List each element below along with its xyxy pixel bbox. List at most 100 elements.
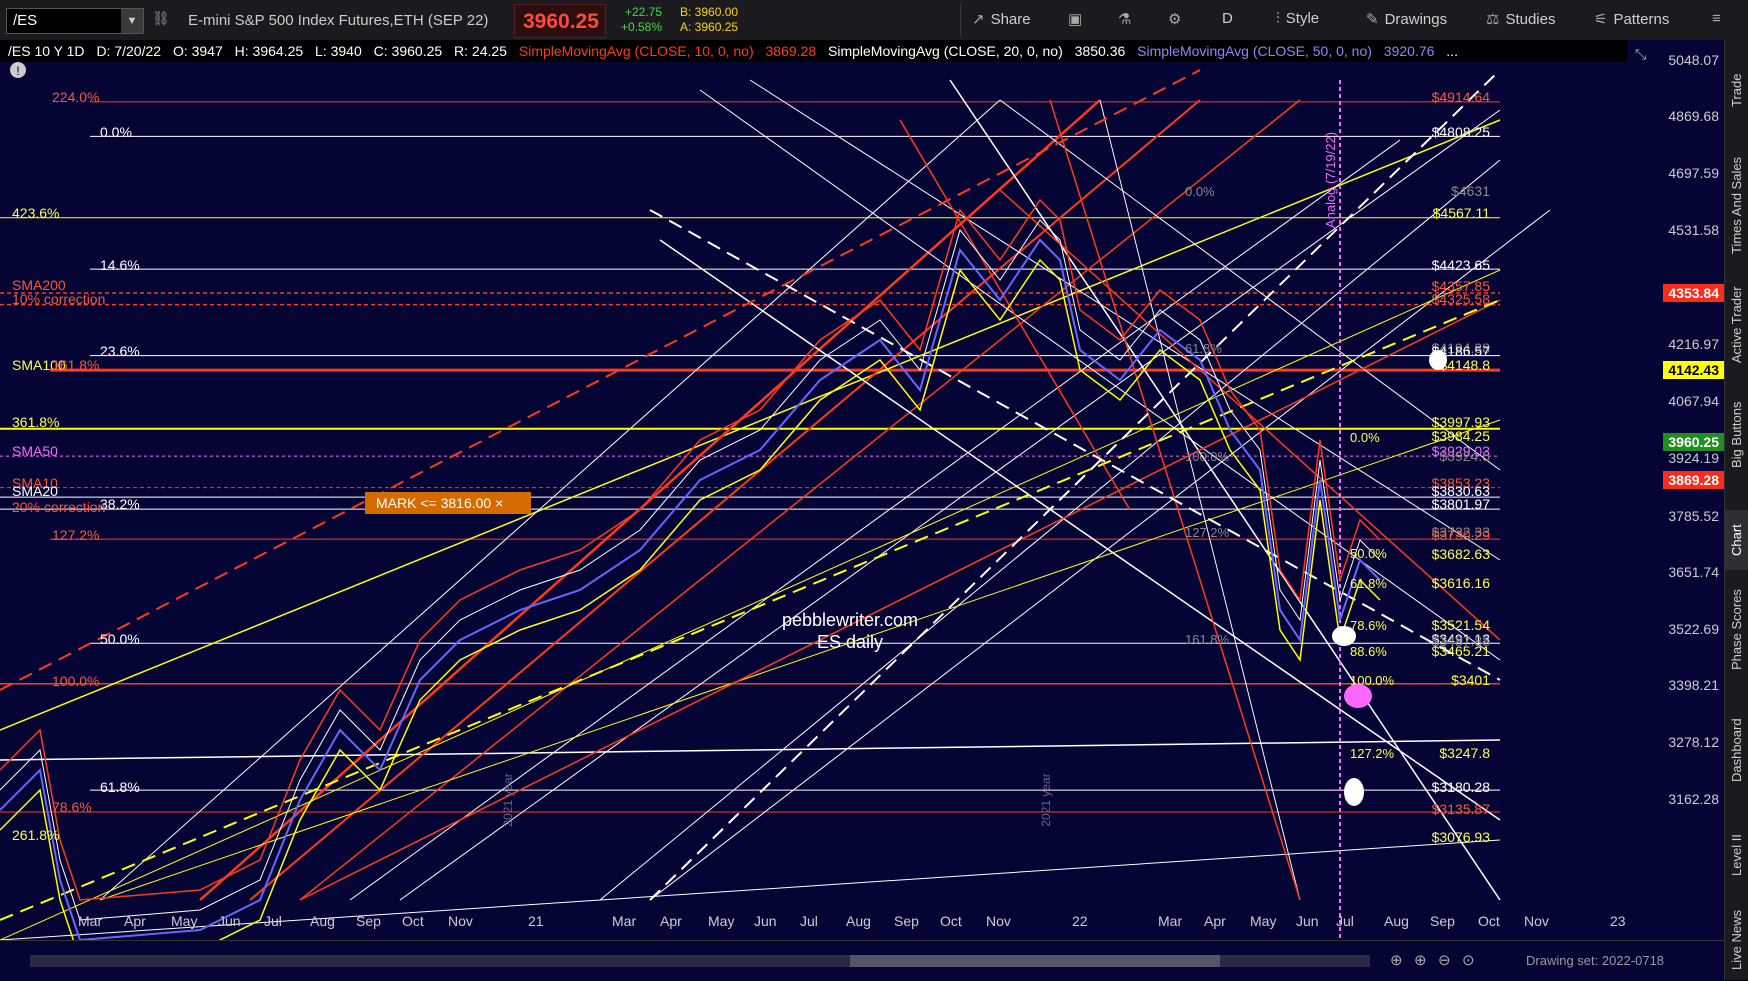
scroll-thumb[interactable] <box>850 955 1220 967</box>
time-label: Apr <box>124 913 146 929</box>
price-tick: 4869.68 <box>1668 108 1719 124</box>
price-axis[interactable]: 5048.07 4869.68 4697.59 4531.58 4216.97 4067.… <box>1627 40 1724 940</box>
side-tab-times-and-sales[interactable]: Times And Sales <box>1725 140 1748 270</box>
price-label-right: $3924.5 <box>1439 448 1490 464</box>
studies-button[interactable]: ⚖ Studies <box>1486 10 1556 28</box>
price-badge: 4142.43 <box>1663 361 1724 379</box>
time-label: Nov <box>986 913 1011 929</box>
price-tick: 4216.97 <box>1668 336 1719 352</box>
trend-line <box>299 299 1501 901</box>
price-label-right: $4808.25 <box>1432 124 1491 140</box>
settings-button[interactable]: ⚙ <box>1168 10 1187 28</box>
patterns-button[interactable]: ⚟ Patterns <box>1594 10 1669 28</box>
menu-button[interactable]: ≡ <box>1712 10 1727 27</box>
fib-label-mid: 100.0% <box>1185 449 1230 464</box>
price-label-right: $3616.16 <box>1432 575 1491 591</box>
side-tab-big-buttons[interactable]: Big Buttons <box>1725 380 1748 490</box>
time-label: Jul <box>1336 913 1354 929</box>
snapshot-button[interactable]: ▣ <box>1068 10 1088 28</box>
change-value: +22.75 <box>624 5 662 19</box>
ask-price: A: 3960.25 <box>680 20 739 34</box>
marker-dot <box>1429 350 1447 370</box>
style-icon: ⫶ <box>1276 10 1280 27</box>
fib-label-left: 161.8% <box>52 357 99 373</box>
side-tab-live-news[interactable]: Live News <box>1725 900 1748 980</box>
link-icon[interactable]: ⛓ <box>152 10 170 27</box>
time-label: Aug <box>310 913 335 929</box>
period-label: D <box>1222 10 1233 27</box>
zoom-out-icon[interactable]: ⊖ <box>1438 951 1451 969</box>
chart-canvas[interactable]: 224.0%0.0%423.6%14.6%SMA20010% correctio… <box>0 40 1627 940</box>
sma20-label[interactable]: SimpleMovingAvg (CLOSE, 20, 0, no) <box>828 43 1063 59</box>
bar-open: O: 3947 <box>172 43 223 59</box>
time-label: Aug <box>1384 913 1409 929</box>
symbol-input[interactable]: /ES ▼ <box>6 8 144 34</box>
trend-line <box>899 119 1131 511</box>
time-label: Oct <box>1478 913 1500 929</box>
price-tick: 3785.52 <box>1668 508 1719 524</box>
dashed-trend-line <box>649 69 1501 901</box>
bid-ask: B: 3960.00 A: 3960.25 <box>680 5 738 35</box>
flask-button[interactable]: ⚗ <box>1118 10 1137 28</box>
price-label-right: $3247.8 <box>1439 745 1490 761</box>
fib-label-left: 14.6% <box>100 257 140 273</box>
price-tick: 5048.07 <box>1668 52 1719 68</box>
style-button[interactable]: ⫶ Style <box>1276 10 1319 27</box>
share-button[interactable]: ↗ Share <box>972 10 1031 28</box>
fib-label-left: 78.6% <box>52 799 92 815</box>
price-tick: 3522.69 <box>1668 621 1719 637</box>
fib-label-left: 38.2% <box>100 496 140 512</box>
expand-icon[interactable]: ⤡ <box>1635 46 1646 63</box>
pan-icon[interactable]: ⊕ <box>1390 951 1403 969</box>
drawings-label: Drawings <box>1384 11 1448 28</box>
time-label: Apr <box>1204 913 1226 929</box>
time-axis[interactable]: Mar Apr May Jun Jul Aug Sep Oct Nov 21 Mar Apr May Ju… <box>0 901 1627 941</box>
sma100-line <box>0 258 1381 940</box>
sma50-label[interactable]: SimpleMovingAvg (CLOSE, 50, 0, no) <box>1137 43 1372 59</box>
sma10-value: 3869.28 <box>765 43 817 59</box>
fib-label-mid: 50.0% <box>1350 546 1387 561</box>
study-values-bar: /ES 10 Y 1D D: 7/20/22 O: 3947 H: 3964.2… <box>0 40 1627 62</box>
trend-line <box>659 239 1501 821</box>
more-studies[interactable]: ... <box>1446 43 1458 59</box>
fib-label-left: SMA20 <box>12 483 58 499</box>
side-tab-active-trader[interactable]: Active Trader <box>1725 280 1748 370</box>
sma10-label[interactable]: SimpleMovingAvg (CLOSE, 10, 0, no) <box>519 43 754 59</box>
fib-label-left: 0.0% <box>100 124 132 140</box>
horizontal-scrollbar[interactable] <box>30 955 1370 967</box>
mark-label: MARK <= 3816.00 × <box>376 495 503 511</box>
side-tab-level-ii[interactable]: Level II <box>1725 820 1748 890</box>
time-label: Mar <box>1158 913 1183 929</box>
price-label-right: $3401 <box>1451 672 1490 688</box>
fib-label-left: 10% correction <box>12 291 105 307</box>
period-button[interactable]: D <box>1222 10 1233 27</box>
fib-label-left: SMA50 <box>12 443 58 459</box>
fib-label-mid: 88.6% <box>1350 644 1387 659</box>
time-label: 21 <box>528 913 544 929</box>
side-tab-dashboard[interactable]: Dashboard <box>1725 690 1748 810</box>
zoom-in-icon[interactable]: ⊕ <box>1414 951 1427 969</box>
camera-icon: ▣ <box>1068 11 1083 28</box>
time-label: Oct <box>402 913 424 929</box>
share-label: Share <box>990 11 1031 28</box>
chevron-down-icon[interactable]: ▼ <box>121 9 143 33</box>
time-label: Sep <box>1430 913 1455 929</box>
side-tab-chart[interactable]: Chart <box>1725 510 1748 570</box>
price-label-right: $4914.64 <box>1432 89 1491 105</box>
sma20-line <box>0 219 1381 921</box>
price-tick: 3162.28 <box>1668 791 1719 807</box>
side-tab-phase-scores[interactable]: Phase Scores <box>1725 580 1748 680</box>
price-label-right: $3730.29 <box>1432 527 1491 543</box>
drawings-button[interactable]: ✎ Drawings <box>1366 10 1447 28</box>
fib-label-mid: 61.8% <box>1185 341 1222 356</box>
side-tab-trade[interactable]: Trade <box>1725 50 1748 130</box>
price-chart[interactable]: 224.0% 0.0% 423.6% 14.6% SMA200 10% correctio… <box>0 40 1627 940</box>
sma50-value: 3920.76 <box>1383 43 1435 59</box>
reset-zoom-icon[interactable]: ⊙ <box>1462 951 1475 969</box>
menu-icon: ≡ <box>1712 10 1721 27</box>
info-icon-glyph: ! <box>16 64 19 78</box>
fib-label-left: 61.8% <box>100 779 140 795</box>
analog-label: Analog (7/19/22) <box>1323 132 1338 228</box>
price-tick: 3924.19 <box>1668 450 1719 466</box>
trend-line <box>199 99 1101 901</box>
